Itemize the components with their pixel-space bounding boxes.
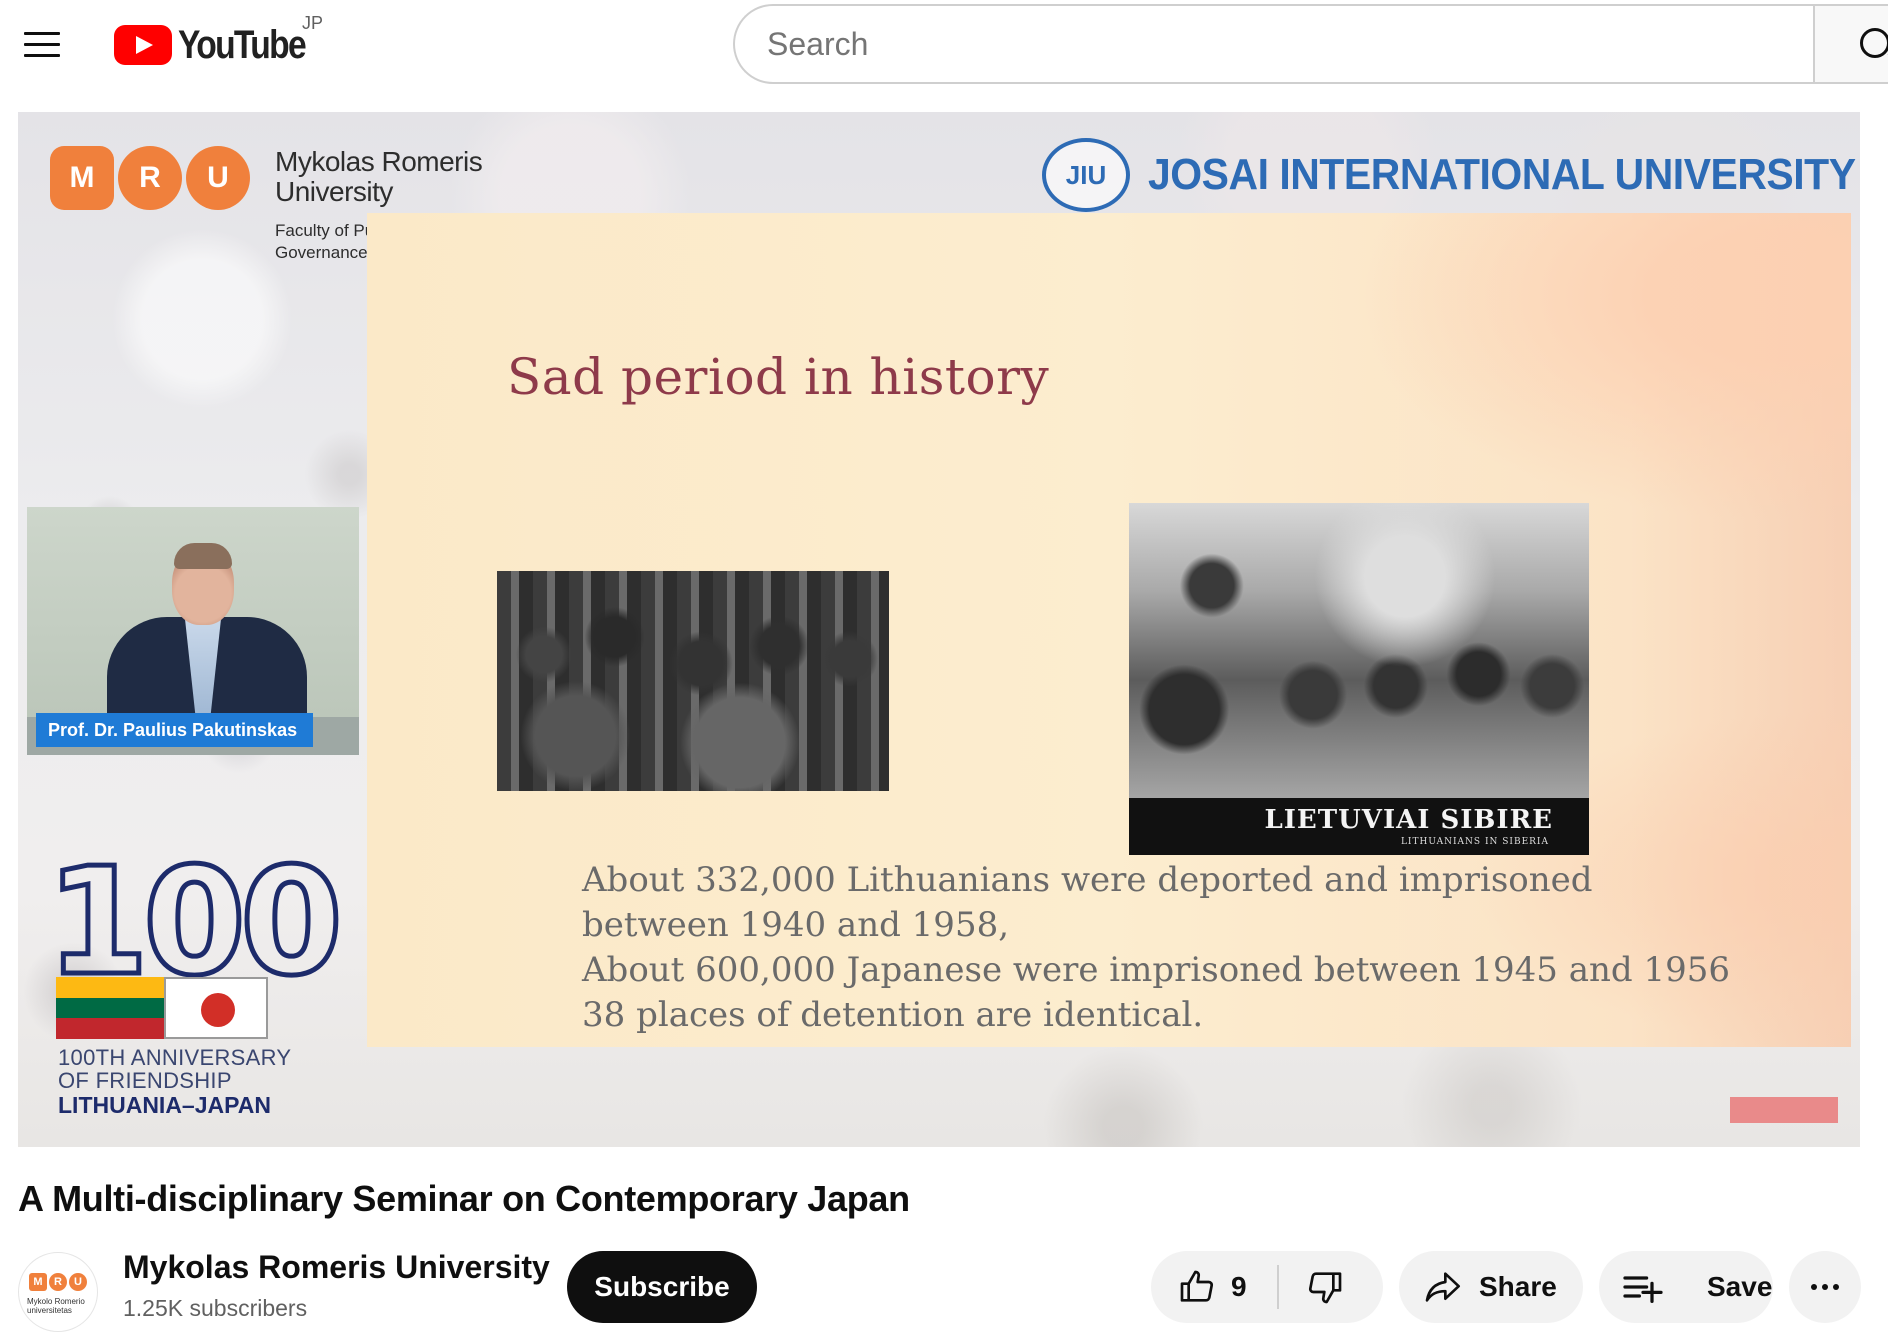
share-arrow-icon	[1425, 1272, 1460, 1302]
masthead: YouTube JP	[0, 0, 1888, 96]
share-label: Share	[1479, 1271, 1557, 1302]
like-count: 9	[1231, 1271, 1247, 1302]
subscribe-button[interactable]: Subscribe	[567, 1251, 757, 1323]
prisoners-photo	[497, 571, 889, 791]
search-box	[733, 4, 1815, 84]
slide-body: About 332,000 Lithuanians were deported …	[582, 858, 1730, 1038]
thumbs-up-icon	[1180, 1270, 1214, 1302]
country-code: JP	[302, 13, 324, 33]
flag-stripe	[56, 1018, 164, 1039]
anniversary-line2: OF FRIENDSHIP	[58, 1068, 232, 1093]
like-dislike-group: 9	[1151, 1251, 1383, 1323]
siberia-photo-subcaption: LITHUANIANS IN SIBERIA	[1400, 837, 1549, 847]
youtube-wordmark: YouTube	[178, 22, 307, 67]
slide-corner-badge	[1730, 1097, 1838, 1123]
save-label: Save	[1707, 1271, 1773, 1302]
channel-name[interactable]: Mykolas Romeris University	[123, 1249, 550, 1286]
siberia-photo-caption: LIETUVIAI SIBIRE	[1264, 805, 1553, 835]
video-title: A Multi-disciplinary Seminar on Contempo…	[18, 1178, 910, 1219]
video-player[interactable]: M R U Mykolas Romeris University Faculty…	[18, 112, 1860, 1147]
host-university-name-line2: University	[275, 176, 393, 207]
save-button[interactable]: Save	[1599, 1251, 1773, 1323]
flag-stripe	[56, 977, 164, 998]
search-icon	[1860, 28, 1888, 58]
anniversary-line1: 100TH ANNIVERSARY	[58, 1045, 292, 1070]
avatar-letter: M	[29, 1273, 47, 1291]
slide-body-line: About 332,000 Lithuanians were deported …	[582, 860, 1593, 900]
speaker-camera-inset: Prof. Dr. Paulius Pakutinskas	[27, 507, 359, 755]
siberia-photo-scene	[1129, 503, 1589, 798]
slide-body-line: 38 places of detention are identical.	[582, 995, 1204, 1035]
lithuanians-in-siberia-photo: LIETUVIAI SIBIRE LITHUANIANS IN SIBERIA	[1129, 503, 1589, 855]
anniversary-number: 100	[44, 836, 346, 1008]
lithuania-flag-icon	[56, 977, 164, 1039]
avatar-letter: R	[49, 1273, 67, 1291]
youtube-logo[interactable]: YouTube	[114, 20, 329, 70]
share-button[interactable]: Share	[1399, 1251, 1583, 1323]
playlist-add-icon	[1623, 1276, 1663, 1304]
anniversary-line3: LITHUANIA–JAPAN	[58, 1092, 271, 1118]
mru-logo-letter-m: M	[50, 146, 114, 210]
mru-logo-letter-r: R	[118, 146, 182, 210]
partner-university-name: JOSAI INTERNATIONAL UNIVERSITY	[1148, 150, 1856, 199]
slide-body-line: About 600,000 Japanese were imprisoned b…	[582, 950, 1731, 990]
youtube-play-icon	[114, 25, 172, 65]
avatar-letter: U	[69, 1273, 87, 1291]
more-actions-button[interactable]	[1789, 1251, 1861, 1323]
jiu-seal-logo: JIU	[1042, 138, 1130, 212]
channel-avatar-logo: M R U	[29, 1273, 89, 1291]
host-university-name: Mykolas Romeris University	[275, 146, 483, 207]
more-horizontal-icon	[1811, 1284, 1839, 1290]
channel-avatar[interactable]: M R U Mykolo Romerio universitetas	[18, 1252, 98, 1332]
slide-title: Sad period in history	[507, 348, 1050, 406]
like-button[interactable]: 9	[1151, 1251, 1277, 1323]
dislike-button[interactable]	[1279, 1251, 1383, 1323]
japan-flag-icon	[164, 977, 268, 1039]
mru-logo: M R U	[50, 146, 254, 210]
subscriber-count: 1.25K subscribers	[123, 1295, 308, 1321]
menu-icon[interactable]	[18, 26, 66, 62]
thumbs-down-icon	[1308, 1272, 1342, 1304]
search-input[interactable]	[767, 6, 1767, 82]
avatar-caption: Mykolo Romerio universitetas	[27, 1297, 85, 1315]
flag-stripe	[56, 997, 164, 1019]
host-university-name-line1: Mykolas Romeris	[275, 146, 483, 177]
presentation-slide: Sad period in history LIETUVIAI SIBIRE L…	[367, 213, 1851, 1047]
search-button[interactable]	[1813, 4, 1888, 84]
mru-logo-letter-u: U	[186, 146, 250, 210]
speaker-name-tag: Prof. Dr. Paulius Pakutinskas	[36, 713, 314, 747]
slide-body-line: between 1940 and 1958,	[582, 905, 1010, 945]
